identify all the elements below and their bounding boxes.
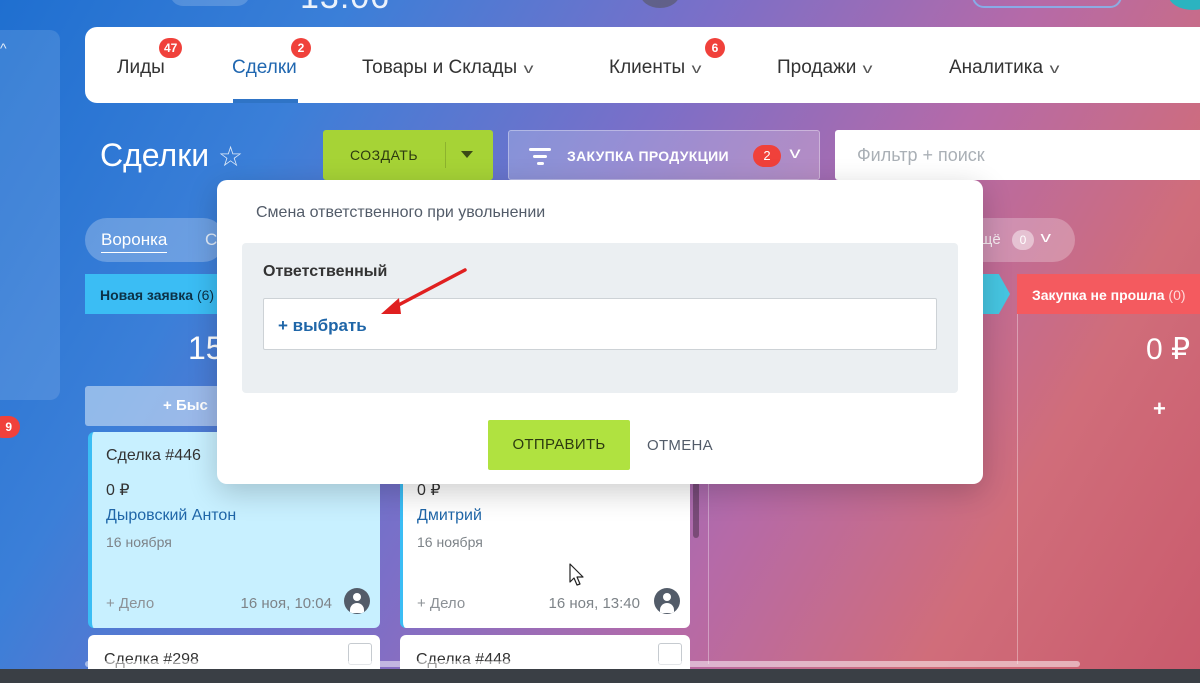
create-button[interactable]: СОЗДАТЬ	[323, 130, 493, 180]
top-pill	[170, 0, 250, 6]
deal-amount: 0 ₽	[106, 482, 130, 499]
stage-count: (0)	[1168, 287, 1186, 303]
cancel-button[interactable]: ОТМЕНА	[647, 437, 713, 454]
reassign-dialog: Смена ответственного при увольнении Отве…	[217, 180, 983, 484]
add-activity-link[interactable]: + Дело	[417, 595, 465, 612]
nav-item-analytics[interactable]: Аналитика v	[949, 57, 1060, 79]
more-label: щё	[980, 231, 1001, 248]
column-scrollbar[interactable]	[693, 482, 699, 538]
stage-header-arrow	[982, 274, 1010, 314]
top-search[interactable]	[972, 0, 1122, 8]
funnel-badge: 2	[753, 145, 781, 167]
nav-item-products[interactable]: Товары и Склады v	[362, 57, 534, 79]
nav-item-label: Сделки	[232, 57, 297, 78]
top-avatar[interactable]	[640, 0, 680, 8]
filter-icon	[529, 148, 551, 166]
horizontal-scrollbar[interactable]	[85, 661, 1080, 667]
star-icon[interactable]: ☆	[218, 140, 243, 173]
stage-header-failed[interactable]: Закупка не прошла (0)	[1017, 274, 1200, 314]
select-user-link[interactable]: + выбрать	[278, 316, 367, 336]
mouse-cursor-icon	[569, 563, 584, 586]
deal-timestamp: 16 ноя, 10:04	[240, 595, 332, 612]
top-navigation: Лиды 47 Сделки 2 Товары и Склады v Клиент…	[85, 27, 1200, 103]
user-avatar-icon[interactable]	[654, 588, 680, 614]
more-badge: 0	[1012, 230, 1034, 250]
submit-button[interactable]: ОТПРАВИТЬ	[488, 420, 630, 470]
nav-item-leads[interactable]: Лиды	[117, 57, 165, 79]
nav-item-sales[interactable]: Продажи v	[777, 57, 873, 79]
nav-item-label: Товары и Склады	[362, 57, 518, 78]
top-action-button[interactable]	[1168, 0, 1200, 10]
responsible-selector[interactable]: + выбрать	[263, 298, 937, 350]
view-tab-next[interactable]: С	[205, 230, 217, 250]
caret-down-icon[interactable]	[461, 151, 473, 158]
left-counter-badge: 9	[0, 416, 20, 438]
dialog-body: Ответственный + выбрать	[242, 243, 958, 393]
responsible-field-label: Ответственный	[263, 263, 388, 280]
dialog-title: Смена ответственного при увольнении	[256, 204, 546, 221]
column-divider	[1017, 314, 1018, 664]
active-tab-underline	[233, 99, 298, 103]
nav-item-label: Лиды	[117, 57, 165, 78]
deal-date: 16 ноября	[417, 534, 483, 550]
chevron-down-icon: v	[789, 145, 801, 162]
nav-badge-leads: 47	[159, 38, 183, 58]
view-tab-funnel[interactable]: Воронка	[101, 230, 168, 253]
stage-header-new[interactable]: Новая заявка (6)	[85, 274, 220, 314]
add-deal-button[interactable]: +	[1153, 396, 1166, 422]
deal-contact-link[interactable]: Дмитрий	[417, 507, 482, 525]
deal-date: 16 ноября	[106, 534, 172, 550]
chevron-down-icon: v	[862, 60, 873, 76]
filter-search-input[interactable]	[835, 130, 1200, 180]
chevron-up-icon[interactable]: ^	[0, 40, 14, 56]
taskbar-strip	[0, 669, 1200, 683]
nav-item-clients[interactable]: Клиенты v	[609, 57, 702, 79]
nav-item-label: Аналитика	[949, 57, 1044, 78]
funnel-selector[interactable]: ЗАКУПКА ПРОДУКЦИИ 2 v	[508, 130, 820, 180]
stage-sum: 0 ₽	[1146, 333, 1191, 366]
create-button-label: СОЗДАТЬ	[349, 147, 419, 163]
annotation-arrow-icon	[381, 268, 467, 314]
deal-timestamp: 16 ноя, 13:40	[548, 595, 640, 612]
chevron-down-icon: v	[523, 60, 534, 76]
chevron-down-icon: v	[1049, 60, 1060, 76]
nav-item-label: Клиенты	[609, 57, 686, 78]
clock: 13:06	[300, 0, 390, 17]
page-title: Сделки	[100, 137, 210, 173]
divider	[445, 142, 446, 168]
view-switcher: Воронка С	[85, 218, 225, 262]
nav-badge-deals: 2	[291, 38, 311, 58]
add-activity-link[interactable]: + Дело	[106, 595, 154, 612]
stage-name: Новая заявка	[100, 287, 194, 303]
deal-title[interactable]: Сделка #446	[106, 447, 201, 465]
user-avatar-icon[interactable]	[344, 588, 370, 614]
left-sidebar	[0, 30, 60, 400]
stage-name: Закупка не прошла	[1032, 287, 1165, 303]
deal-contact-link[interactable]: Дыровский Антон	[106, 507, 236, 525]
chevron-down-icon: v	[1040, 229, 1052, 246]
nav-item-label: Продажи	[777, 57, 857, 78]
stage-title: Новая заявка (6)	[100, 287, 214, 303]
nav-item-deals[interactable]: Сделки	[232, 57, 297, 79]
stage-count: (6)	[196, 287, 215, 303]
funnel-label: ЗАКУПКА ПРОДУКЦИИ	[567, 148, 729, 164]
stage-title: Закупка не прошла (0)	[1032, 287, 1186, 303]
nav-badge-clients: 6	[705, 38, 725, 58]
chevron-down-icon: v	[691, 60, 702, 76]
quick-deal-label: + Быс	[163, 397, 208, 414]
quick-deal-button[interactable]: + Быс	[85, 386, 220, 426]
